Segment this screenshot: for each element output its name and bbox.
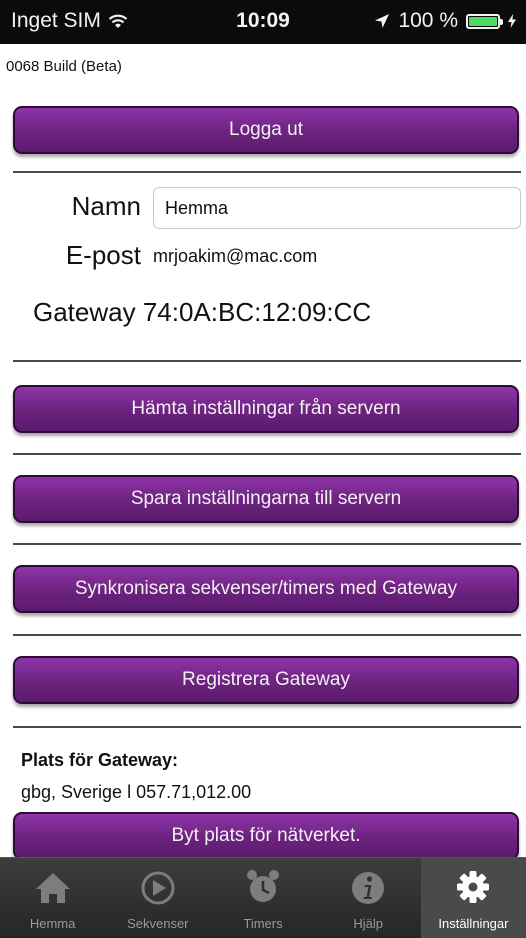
tab-hemma[interactable]: Hemma <box>0 858 105 938</box>
divider <box>13 726 521 728</box>
name-input[interactable] <box>153 187 521 229</box>
battery-percent: 100 % <box>398 9 458 32</box>
location-value: gbg, Sverige l 057.71,012.00 <box>21 782 252 802</box>
battery-icon <box>466 13 503 29</box>
email-label: E-post <box>65 240 141 270</box>
fetch-settings-button[interactable]: Hämta inställningar från servern <box>13 385 519 433</box>
register-gateway-button[interactable]: Registrera Gateway <box>13 656 519 704</box>
gear-icon <box>457 871 490 903</box>
divider <box>13 634 521 636</box>
tab-label: Timers <box>243 916 283 931</box>
gateway-mac: 74:0A:BC:12:09:CC <box>142 297 372 327</box>
sync-button[interactable]: Synkronisera sekvenser/timers med Gatewa… <box>13 565 519 613</box>
tab-timers[interactable]: Timers <box>210 858 315 938</box>
info-icon <box>352 872 385 904</box>
alarm-clock-icon <box>247 870 279 902</box>
email-value: mrjoakim@mac.com <box>153 246 318 266</box>
tab-label: Hjälp <box>353 916 384 931</box>
save-settings-button[interactable]: Spara inställningarna till servern <box>13 475 519 523</box>
battery-level <box>469 16 497 26</box>
change-location-button[interactable]: Byt plats för nätverket. <box>13 812 519 860</box>
build-label: 0068 Build (Beta) <box>6 58 122 75</box>
tab-bar: Hemma Sekvenser Timers Hjälp Inställning… <box>0 857 526 938</box>
location-arrow-icon <box>375 14 390 28</box>
tab-hjalp[interactable]: Hjälp <box>316 858 421 938</box>
tab-label: Sekvenser <box>127 916 189 931</box>
divider <box>13 453 521 455</box>
name-label: Namn <box>71 191 141 221</box>
divider <box>13 543 521 545</box>
tab-label: Inställningar <box>438 916 509 931</box>
status-right: 100 % <box>374 9 516 33</box>
status-bar: Inget SIM 10:09 100 % <box>0 0 526 44</box>
divider <box>13 171 521 173</box>
play-circle-icon <box>141 871 175 905</box>
gateway-row: Gateway 74:0A:BC:12:09:CC <box>33 297 371 328</box>
divider <box>13 360 521 362</box>
gateway-label: Gateway <box>33 297 136 327</box>
home-icon <box>35 873 70 903</box>
tab-label: Hemma <box>29 916 76 931</box>
tab-installningar[interactable]: Inställningar <box>420 858 526 938</box>
charging-icon <box>508 14 516 28</box>
logout-button[interactable]: Logga ut <box>13 106 519 154</box>
tab-sekvenser[interactable]: Sekvenser <box>105 858 210 938</box>
location-title: Plats för Gateway: <box>21 750 179 770</box>
